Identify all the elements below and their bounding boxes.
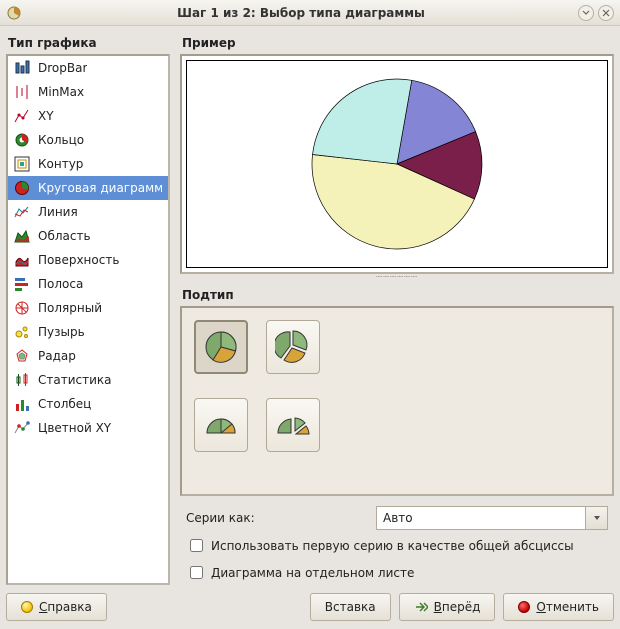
chart-type-item[interactable]: Область: [8, 224, 168, 248]
chart-type-label: XY: [38, 109, 54, 123]
chart-type-item[interactable]: Цветной XY: [8, 416, 168, 440]
titlebar: Шаг 1 из 2: Выбор типа диаграммы: [0, 0, 620, 26]
insert-button-label: Вставка: [325, 600, 376, 614]
separate-sheet-label: Диаграмма на отдельном листе: [211, 566, 414, 580]
chart-type-item[interactable]: Радар: [8, 344, 168, 368]
help-icon: [21, 601, 33, 613]
chart-type-item[interactable]: Полоса: [8, 272, 168, 296]
chart-type-item[interactable]: Кольцо: [8, 128, 168, 152]
preview-heading: Пример: [180, 30, 614, 54]
chart-type-icon: [14, 132, 32, 148]
chart-type-icon: [14, 84, 32, 100]
pie-chart-preview: [297, 69, 497, 259]
subtype-half-pie-exploded[interactable]: [266, 398, 320, 452]
separate-sheet-checkbox[interactable]: [190, 566, 203, 579]
chart-type-item[interactable]: Поверхность: [8, 248, 168, 272]
chart-type-label: Контур: [38, 157, 83, 171]
chart-type-label: Область: [38, 229, 91, 243]
chart-type-list[interactable]: DropBar MinMax XY Кольцо Контур Круговая диаг…: [6, 54, 170, 585]
cancel-button-label-u: О: [536, 600, 545, 614]
chart-type-label: Круговая диаграмма: [38, 181, 162, 195]
chart-type-icon: [14, 396, 32, 412]
chart-type-label: Полоса: [38, 277, 83, 291]
subtype-panel: [180, 306, 614, 496]
chart-type-heading: Тип графика: [6, 30, 170, 54]
chart-type-label: Полярный: [38, 301, 102, 315]
chart-type-label: Пузырь: [38, 325, 85, 339]
forward-icon: [414, 601, 428, 613]
first-series-abscissa-label: Использовать первую серию в качестве общ…: [211, 539, 574, 553]
chart-type-icon: [14, 60, 32, 76]
chart-type-icon: [14, 204, 32, 220]
chart-type-label: MinMax: [38, 85, 84, 99]
chart-type-item[interactable]: XY: [8, 104, 168, 128]
chart-type-item[interactable]: Статистика: [8, 368, 168, 392]
pie-slice: [313, 79, 412, 164]
chart-type-item[interactable]: Линия: [8, 200, 168, 224]
chart-type-label: Поверхность: [38, 253, 119, 267]
cancel-button-label-rest: тменить: [546, 600, 599, 614]
cancel-icon: [518, 601, 530, 613]
chart-type-icon: [14, 180, 32, 196]
cancel-button[interactable]: Отменить: [503, 593, 614, 621]
chart-type-item[interactable]: Столбец: [8, 392, 168, 416]
help-button-label-rest: правка: [47, 600, 92, 614]
chart-type-icon: [14, 420, 32, 436]
chart-type-item[interactable]: Контур: [8, 152, 168, 176]
chart-type-label: Статистика: [38, 373, 112, 387]
series-as-value: Авто: [383, 511, 413, 525]
minimize-button[interactable]: [578, 5, 594, 21]
chart-type-icon: [14, 372, 32, 388]
preview-frame: [180, 54, 614, 274]
window-title: Шаг 1 из 2: Выбор типа диаграммы: [28, 6, 574, 20]
subtype-pie-exploded[interactable]: [266, 320, 320, 374]
chart-type-label: Радар: [38, 349, 76, 363]
chart-type-icon: [14, 228, 32, 244]
chart-type-icon: [14, 276, 32, 292]
forward-button-label-u: В: [434, 600, 442, 614]
subtype-half-pie-2d[interactable]: [194, 398, 248, 452]
forward-button-label-rest: перёд: [442, 600, 481, 614]
first-series-abscissa-checkbox[interactable]: [190, 539, 203, 552]
chart-type-icon: [14, 348, 32, 364]
chart-type-item[interactable]: Пузырь: [8, 320, 168, 344]
chart-type-item[interactable]: Полярный: [8, 296, 168, 320]
subtype-pie-2d[interactable]: [194, 320, 248, 374]
dropdown-caret-icon: [585, 507, 607, 529]
chart-type-icon: [14, 252, 32, 268]
chart-type-item[interactable]: DropBar: [8, 56, 168, 80]
help-button[interactable]: Справка: [6, 593, 107, 621]
chart-type-label: DropBar: [38, 61, 87, 75]
series-as-select[interactable]: Авто: [376, 506, 608, 530]
chart-type-icon: [14, 156, 32, 172]
app-icon: [6, 5, 22, 21]
chart-type-item[interactable]: MinMax: [8, 80, 168, 104]
chart-type-icon: [14, 108, 32, 124]
forward-button[interactable]: Вперёд: [399, 593, 496, 621]
chart-type-label: Кольцо: [38, 133, 84, 147]
insert-button[interactable]: Вставка: [310, 593, 391, 621]
chart-type-label: Линия: [38, 205, 78, 219]
chart-type-item[interactable]: Круговая диаграмма: [8, 176, 168, 200]
chart-type-label: Цветной XY: [38, 421, 111, 435]
close-button[interactable]: [598, 5, 614, 21]
chart-type-label: Столбец: [38, 397, 91, 411]
series-as-label: Серии как:: [186, 511, 376, 525]
chart-type-icon: [14, 300, 32, 316]
subtype-heading: Подтип: [180, 282, 614, 306]
preview-canvas: [186, 60, 608, 268]
chart-type-icon: [14, 324, 32, 340]
